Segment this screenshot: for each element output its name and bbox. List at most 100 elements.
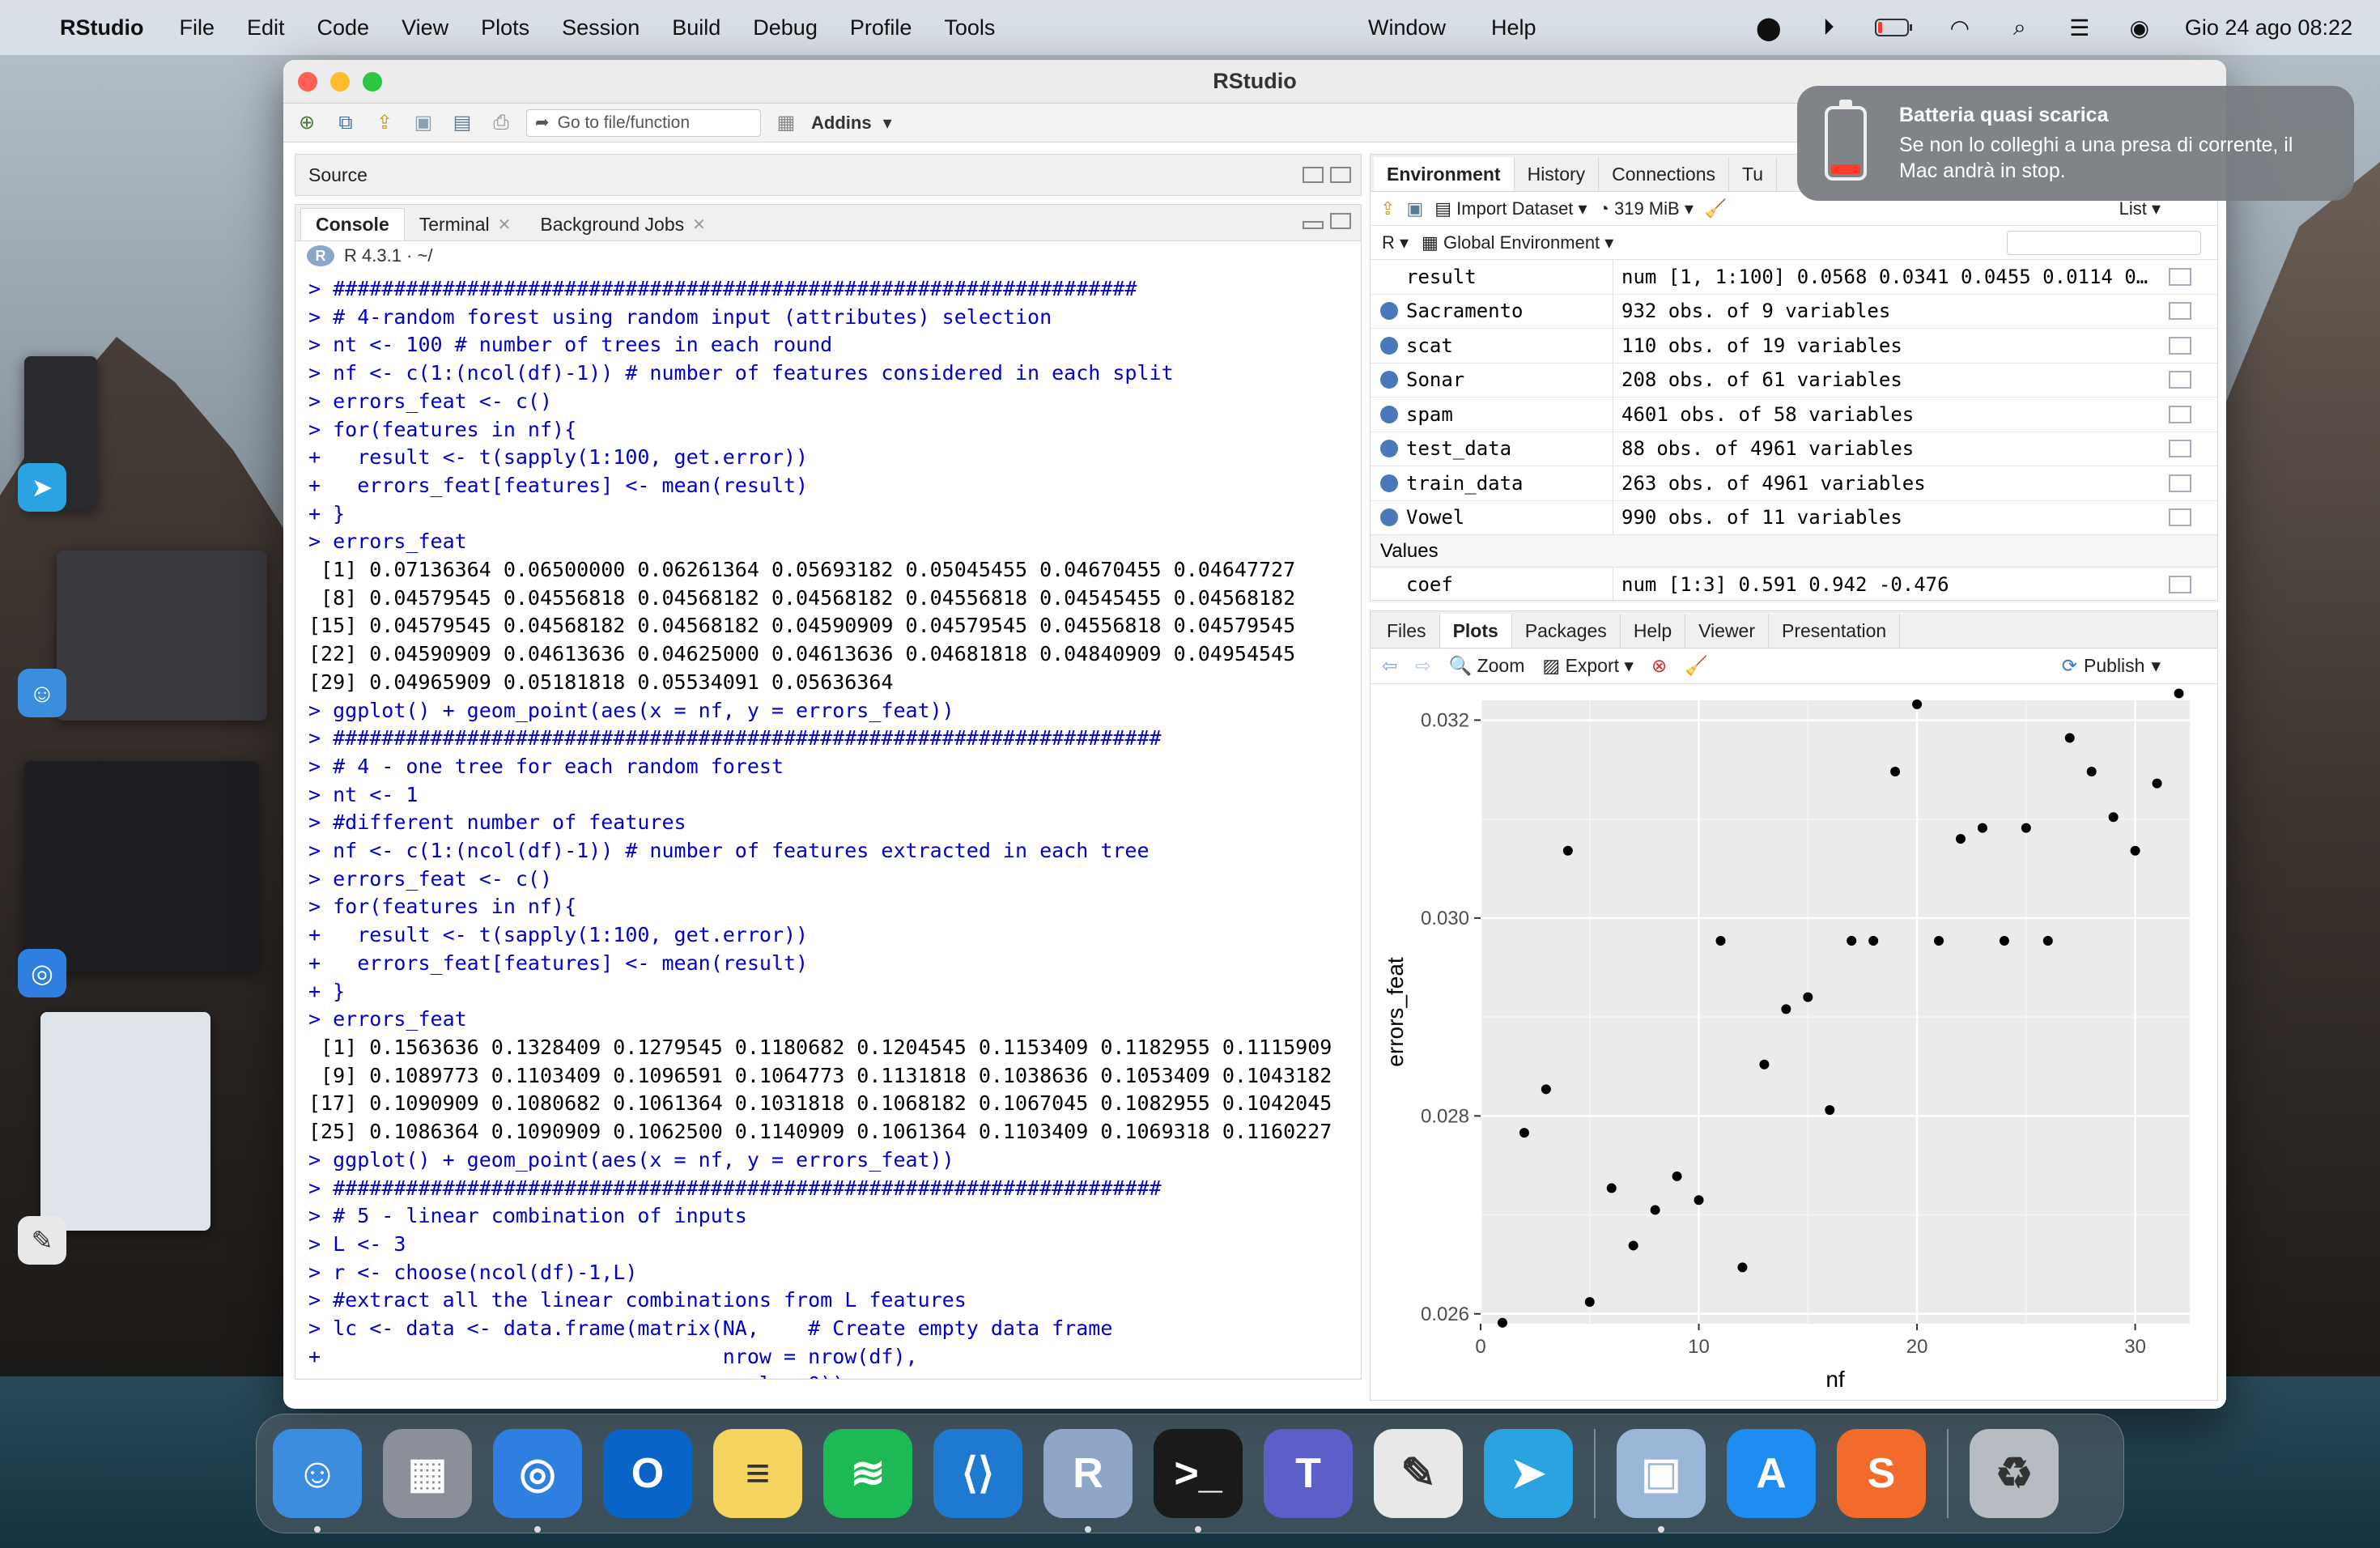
expand-icon[interactable] [1380,440,1398,458]
menu-profile[interactable]: Profile [850,15,912,40]
tab-terminal[interactable]: Terminal ✕ [405,208,526,240]
dock-textedit-icon[interactable]: ✎ [1374,1429,1463,1518]
maximize-pane-icon[interactable] [1330,167,1351,183]
safari-icon[interactable]: ◎ [18,949,66,997]
close-tab-icon[interactable]: ✕ [498,215,512,235]
environment-row[interactable]: spam 4601 obs. of 58 variables [1371,398,2217,432]
save-workspace-icon[interactable]: ▣ [1406,198,1423,219]
import-dataset-button[interactable]: ▤ Import Dataset ▾ [1434,198,1587,219]
goto-file-input[interactable]: ➦ Go to file/function [526,108,761,137]
forward-arrow-icon[interactable]: ⇨ [1415,655,1430,677]
dock-telegram-icon[interactable]: ➤ [1484,1429,1573,1518]
print-icon[interactable]: ⎙ [487,111,515,135]
memory-usage[interactable]: ◔ 319 MiB ▾ [1599,198,1694,219]
battery-icon[interactable] [1874,15,1915,40]
view-table-icon[interactable] [2169,474,2191,492]
environment-row[interactable]: train_data 263 obs. of 4961 variables [1371,466,2217,501]
tab-plots[interactable]: Plots [1439,614,1512,648]
expand-icon[interactable] [1380,405,1398,423]
menu-tools[interactable]: Tools [944,15,995,40]
clear-plots-icon[interactable]: 🧹 [1685,655,1708,677]
sync-status-icon[interactable]: ⬤ [1754,15,1783,40]
play-status-icon[interactable]: ⏵ [1814,15,1843,40]
dock-safari-icon[interactable]: ◎ [493,1429,582,1533]
menu-view[interactable]: View [402,15,448,40]
dock-appstore-icon[interactable]: A [1727,1429,1816,1518]
battery-notification[interactable]: Batteria quasi scarica Se non lo collegh… [1797,86,2354,201]
menu-datetime[interactable]: Gio 24 ago 08:22 [2185,15,2352,40]
load-workspace-icon[interactable]: ⇪ [1380,198,1395,219]
finder-icon[interactable]: ☺ [18,669,66,717]
stage-thumbnail-3[interactable] [24,761,259,972]
dock-notes-icon[interactable]: ≡ [713,1429,802,1518]
menu-app-name[interactable]: RStudio [60,15,143,40]
control-center-icon[interactable]: ☰ [2065,15,2094,40]
restore-pane-icon[interactable] [1330,213,1351,229]
view-table-icon[interactable] [2169,575,2191,593]
console-output[interactable]: > ######################################… [295,270,1362,1380]
menu-plots[interactable]: Plots [481,15,529,40]
environment-row[interactable]: Sonar 208 obs. of 61 variables [1371,363,2217,398]
dock-launchpad-icon[interactable]: ▦ [383,1429,472,1518]
view-table-icon[interactable] [2169,267,2191,286]
expand-icon[interactable] [1380,336,1398,355]
environment-row[interactable]: coef num [1:3] 0.591 0.942 -0.476 [1371,568,2217,602]
environment-row[interactable]: result num [1, 1:100] 0.0568 0.0341 0.045… [1371,260,2217,295]
expand-icon[interactable] [1380,302,1398,321]
expand-icon[interactable] [1380,474,1398,492]
save-all-icon[interactable]: ▤ [448,111,476,135]
minimize-pane-icon[interactable] [1303,221,1324,229]
telegram-icon[interactable]: ➤ [18,463,66,512]
siri-icon[interactable]: ◉ [2125,15,2154,40]
dock-finder-icon[interactable]: ☺ [273,1429,362,1533]
environment-search-input[interactable] [2007,230,2201,255]
environment-row[interactable]: test_data 88 obs. of 4961 variables [1371,432,2217,466]
textedit-icon[interactable]: ✎ [18,1216,66,1265]
menu-edit[interactable]: Edit [247,15,285,40]
environment-row[interactable]: Sacramento 932 obs. of 9 variables [1371,294,2217,329]
close-tab-icon[interactable]: ✕ [692,215,706,235]
publish-button[interactable]: ⟳ Publish ▾ [2062,655,2161,677]
stage-thumbnail-2[interactable] [57,551,267,721]
menu-help[interactable]: Help [1491,15,1536,40]
tab-background-jobs[interactable]: Background Jobs ✕ [525,208,720,240]
view-table-icon[interactable] [2169,336,2191,355]
tab-tutorial[interactable]: Tu [1729,157,1777,191]
menu-window[interactable]: Window [1368,15,1446,40]
dock-outlook-icon[interactable]: O [603,1429,692,1518]
menu-build[interactable]: Build [672,15,720,40]
view-table-icon[interactable] [2169,405,2191,423]
new-project-icon[interactable]: ⧉ [332,111,359,135]
menu-debug[interactable]: Debug [753,15,818,40]
view-mode-select[interactable]: List ▾ [2119,198,2161,219]
dock-sublime-icon[interactable]: S [1837,1429,1926,1518]
menu-session[interactable]: Session [562,15,640,40]
remove-plot-icon[interactable]: ⊗ [1651,655,1667,677]
tab-viewer[interactable]: Viewer [1685,614,1770,648]
dock-preview-icon[interactable]: ▣ [1617,1429,1706,1533]
view-table-icon[interactable] [2169,371,2191,389]
spotlight-icon[interactable]: ⌕ [2005,15,2034,40]
language-select[interactable]: R ▾ [1382,232,1409,253]
pane-layout-icon[interactable]: ▦ [772,111,800,135]
open-file-icon[interactable]: ⇪ [371,111,398,135]
zoom-button[interactable]: 🔍 Zoom [1449,655,1525,677]
dock-teams-icon[interactable]: T [1264,1429,1353,1518]
view-table-icon[interactable] [2169,440,2191,458]
save-icon[interactable]: ▣ [410,111,437,135]
dock-terminal-icon[interactable]: >_ [1154,1429,1243,1533]
restore-pane-icon[interactable] [1303,167,1324,183]
tab-environment[interactable]: Environment [1374,157,1515,191]
scope-select[interactable]: ▦ Global Environment ▾ [1422,232,1613,253]
expand-icon[interactable] [1380,371,1398,389]
tab-history[interactable]: History [1515,157,1600,191]
view-table-icon[interactable] [2169,302,2191,321]
dock-vscode-icon[interactable]: ⟨⟩ [933,1429,1022,1518]
view-table-icon[interactable] [2169,508,2191,527]
new-file-icon[interactable]: ⊕ [293,111,321,135]
environment-row[interactable]: scat 110 obs. of 19 variables [1371,329,2217,364]
back-arrow-icon[interactable]: ⇦ [1382,655,1397,677]
dock-spotify-icon[interactable]: ≋ [823,1429,912,1518]
addins-menu[interactable]: Addins [811,113,872,134]
tab-help[interactable]: Help [1621,614,1686,648]
